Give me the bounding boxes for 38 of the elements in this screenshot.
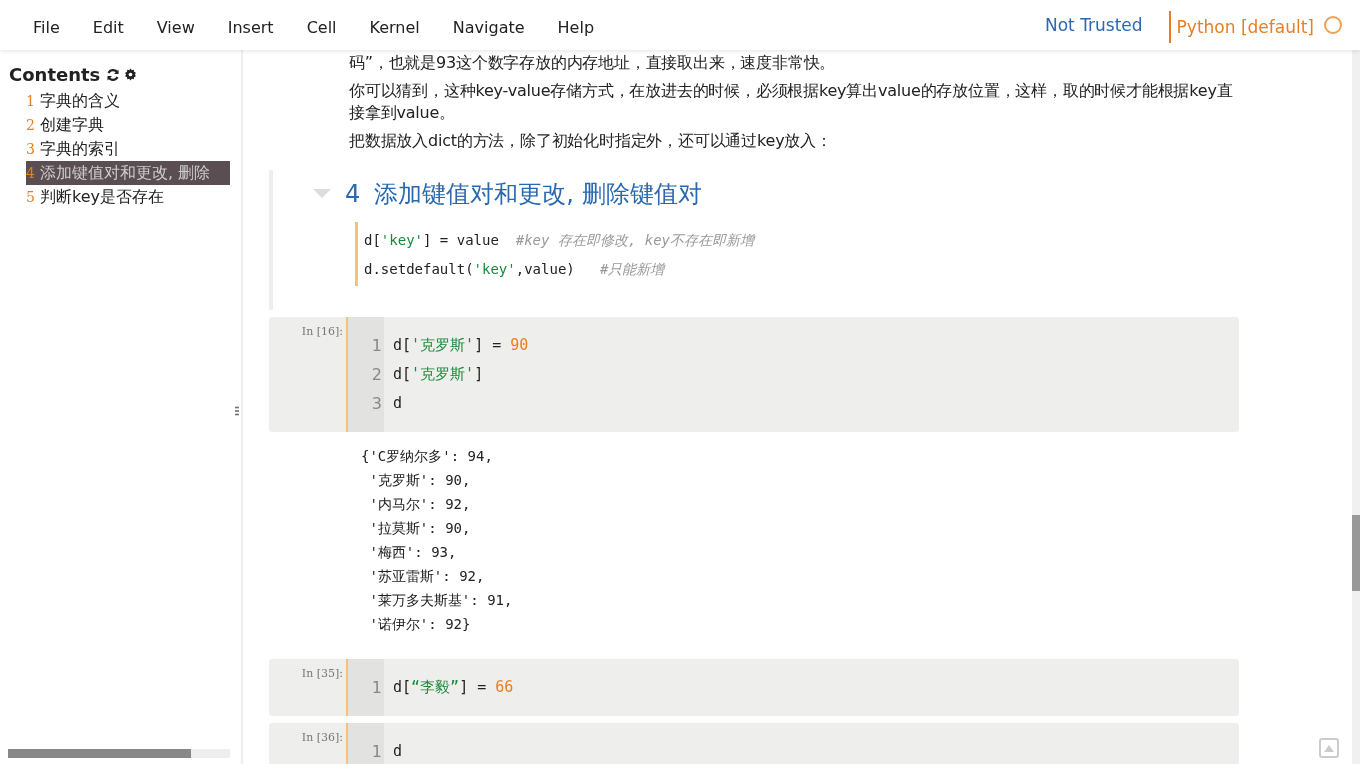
code-block: d['key'] = value #key 存在即修改, key不存在即新增 d.setdefault('key',value) #只能新增 (355, 222, 1239, 286)
menu-item[interactable]: Cell (294, 17, 349, 37)
section-heading: 4 添加键值对和更改, 删除键值对 (345, 179, 702, 210)
refresh-icon[interactable] (106, 67, 121, 82)
line-number: 1 (370, 677, 383, 699)
menu-item[interactable]: Edit (80, 17, 136, 37)
menu-item[interactable]: Navigate (440, 17, 537, 37)
toc-item[interactable]: 3 字典的索引 (26, 137, 230, 161)
menu-item[interactable]: Kernel (357, 17, 432, 37)
cell-prompt: In [36]: (300, 730, 344, 746)
toc-item[interactable]: 1 字典的含义 (26, 89, 230, 113)
line-number: 1 (370, 741, 383, 763)
paragraph: 码”，也就是93这个数字存放的内存地址，直接取出来，速度非常快。 (349, 52, 837, 74)
menu-item[interactable]: Help (545, 17, 607, 37)
line-number: 3 (370, 393, 383, 415)
cell-output: {'C罗纳尔多': 94, '克罗斯': 90, '内马尔': 92, '拉莫斯': 90, '梅西': 93, '苏亚雷斯': 92, '莱万多夫斯基': 91, '诺伊尔': 92} (360, 447, 514, 634)
line-number: 1 (370, 335, 383, 357)
menu-item[interactable]: File (21, 17, 72, 37)
line-number: 2 (370, 364, 383, 386)
toc-item[interactable]: 2 创建字典 (26, 113, 230, 137)
scroll-to-top-icon[interactable] (1319, 738, 1339, 758)
horizontal-scrollbar[interactable] (8, 749, 230, 758)
cell-prompt: In [35]: (300, 666, 344, 682)
toc-item[interactable]: 5 判断key是否存在 (26, 185, 230, 209)
toc-item[interactable]: 4 添加键值对和更改, 删除 (26, 161, 230, 185)
cell-prompt: In [16]: (300, 324, 344, 340)
menu-item[interactable]: Insert (215, 17, 286, 37)
code-editor[interactable]: 1 d[“李毅”] = 66 (346, 659, 1239, 716)
toc-title: Contents (9, 64, 101, 85)
menu-item[interactable]: View (144, 17, 207, 37)
paragraph: 你可以猜到，这种key-value存储方式，在放进去的时候，必须根据key算出value的存放位置，这样，取的时候才能根据key直接拿到value。 (349, 80, 1233, 124)
resize-handle-icon[interactable] (235, 406, 239, 416)
code-editor[interactable]: 1 2 3 d['克罗斯'] = 90 d['克罗斯'] d (346, 317, 1239, 432)
vertical-scrollbar[interactable] (1352, 50, 1360, 764)
paragraph: 把数据放入dict的方法，除了初始化时指定外，还可以通过key放入： (349, 130, 833, 152)
settings-icon[interactable] (124, 68, 138, 81)
trust-indicator[interactable]: Not Trusted (1044, 15, 1143, 35)
code-editor[interactable]: 1 d (346, 723, 1239, 764)
